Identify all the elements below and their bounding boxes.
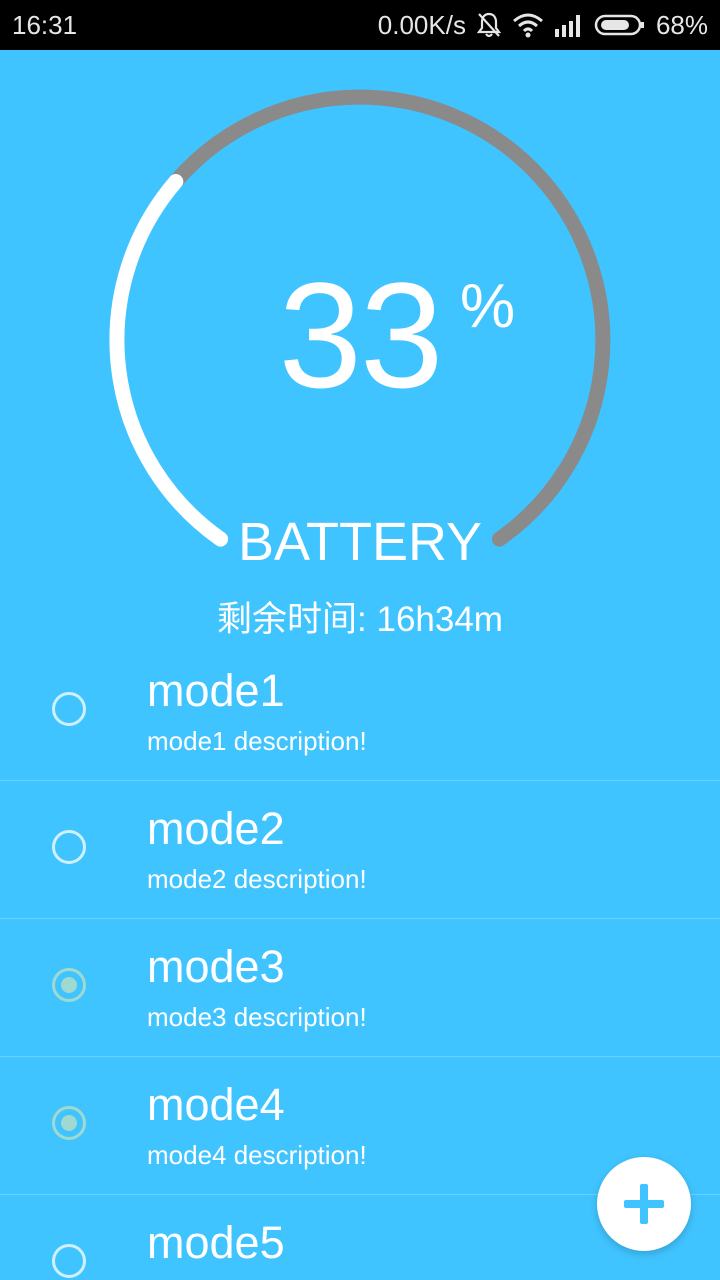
mode-item-1[interactable]: mode1 mode1 description!	[0, 643, 720, 781]
bell-muted-icon	[476, 11, 502, 39]
network-speed: 0.00K/s	[377, 9, 466, 40]
battery-percent: 68%	[655, 9, 708, 40]
battery-percent-sign: %	[460, 272, 516, 341]
mode-title: mode3	[147, 941, 285, 992]
signal-icon	[554, 13, 584, 37]
battery-gauge: 33 % BATTERY 剩余时间: 16h34m	[0, 50, 720, 650]
radio-button[interactable]	[52, 692, 86, 726]
radio-button[interactable]	[52, 1106, 86, 1140]
mode-description: mode1 description!	[147, 726, 367, 756]
mode-description: mode2 description!	[147, 864, 367, 894]
radio-button[interactable]	[52, 1244, 86, 1278]
battery-icon	[594, 13, 646, 37]
status-bar: 16:31 0.00K/s 68%	[0, 0, 720, 50]
status-right: 0.00K/s 68%	[378, 10, 708, 41]
mode-title: mode2	[147, 803, 285, 854]
remaining-time: 剩余时间: 16h34m	[217, 600, 503, 639]
mode-description: mode4 description!	[147, 1140, 367, 1170]
add-mode-button[interactable]	[597, 1157, 691, 1251]
plus-icon	[624, 1184, 664, 1224]
mode-title: mode4	[147, 1079, 285, 1130]
wifi-icon	[512, 12, 544, 38]
app-content: 33 % BATTERY 剩余时间: 16h34m mode1 mode1 de…	[0, 50, 720, 1280]
mode-title: mode5	[147, 1217, 285, 1268]
mode-title: mode1	[147, 665, 285, 716]
radio-button[interactable]	[52, 968, 86, 1002]
mode-item-3[interactable]: mode3 mode3 description!	[0, 919, 720, 1057]
status-time: 16:31	[12, 9, 78, 40]
mode-item-2[interactable]: mode2 mode2 description!	[0, 781, 720, 919]
mode-description: mode3 description!	[147, 1002, 367, 1032]
radio-button[interactable]	[52, 830, 86, 864]
battery-percent-value: 33	[278, 251, 444, 419]
battery-label: BATTERY	[237, 512, 483, 572]
